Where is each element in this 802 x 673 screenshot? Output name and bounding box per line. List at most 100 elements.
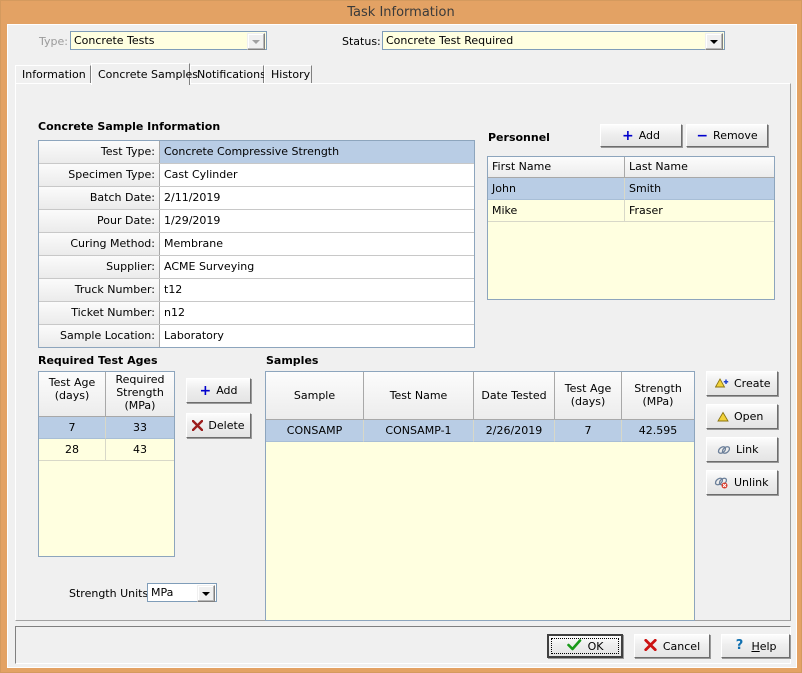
strength-units-label: Strength Units: xyxy=(69,587,152,600)
samples-unlink-button[interactable]: Unlink xyxy=(706,470,778,495)
test-ages-title: Required Test Ages xyxy=(38,354,158,367)
ok-button[interactable]: OK xyxy=(547,634,623,658)
test-ages-table[interactable]: Test Age (days) Required Strength (MPa) … xyxy=(38,371,175,557)
button-label: Remove xyxy=(713,129,758,142)
field-value[interactable]: 1/29/2019 xyxy=(160,210,474,232)
tab-label: History xyxy=(271,68,310,81)
cell-last-name: Smith xyxy=(625,178,774,200)
column-header-test-name[interactable]: Test Name xyxy=(364,372,474,420)
field-label: Specimen Type: xyxy=(39,164,160,186)
strength-units-value: MPa xyxy=(151,584,197,601)
field-value[interactable]: n12 xyxy=(160,302,474,324)
personnel-table[interactable]: First Name Last Name John Smith Mike Fra… xyxy=(487,156,775,300)
field-value[interactable]: 2/11/2019 xyxy=(160,187,474,209)
button-label: Create xyxy=(734,377,771,390)
field-row-test-type[interactable]: Test Type: Concrete Compressive Strength xyxy=(39,141,474,164)
tab-history[interactable]: History xyxy=(264,65,312,84)
field-row-ticket-number[interactable]: Ticket Number: n12 xyxy=(39,302,474,325)
strength-units-dropdown[interactable]: MPa xyxy=(147,583,217,602)
field-row-batch-date[interactable]: Batch Date: 2/11/2019 xyxy=(39,187,474,210)
field-row-specimen-type[interactable]: Specimen Type: Cast Cylinder xyxy=(39,164,474,187)
personnel-add-button[interactable]: + Add xyxy=(600,124,682,147)
chevron-down-icon[interactable] xyxy=(705,33,723,50)
window-title: Task Information xyxy=(347,5,454,20)
field-row-truck-number[interactable]: Truck Number: t12 xyxy=(39,279,474,302)
column-header-last-name[interactable]: Last Name xyxy=(625,157,774,178)
table-row[interactable]: Mike Fraser xyxy=(488,200,774,222)
test-ages-add-button[interactable]: + Add xyxy=(186,378,251,403)
plus-icon: + xyxy=(622,131,634,141)
dialog-footer: OK Cancel ? Help xyxy=(15,626,791,664)
column-header-date-tested[interactable]: Date Tested xyxy=(474,372,555,420)
button-label: Unlink xyxy=(734,476,768,489)
open-triangle-icon xyxy=(717,411,729,423)
status-dropdown[interactable]: Concrete Test Required xyxy=(382,31,725,50)
column-header-test-age[interactable]: Test Age (days) xyxy=(555,372,622,420)
help-button[interactable]: ? Help xyxy=(721,634,790,658)
field-value[interactable]: ACME Surveying xyxy=(160,256,474,278)
field-label: Batch Date: xyxy=(39,187,160,209)
type-dropdown[interactable]: Concrete Tests xyxy=(70,31,267,50)
tab-notifications[interactable]: Notifications xyxy=(190,65,264,84)
cancel-x-icon xyxy=(644,639,657,654)
personnel-title: Personnel xyxy=(488,131,550,144)
tab-information[interactable]: Information xyxy=(15,65,91,84)
button-label: Help xyxy=(751,640,776,653)
field-label: Test Type: xyxy=(39,141,160,163)
link-chain-icon xyxy=(717,444,731,456)
status-dropdown-value: Concrete Test Required xyxy=(386,32,705,49)
field-row-sample-location[interactable]: Sample Location: Laboratory xyxy=(39,325,474,347)
cell-strength: 42.595 xyxy=(622,420,694,442)
header-line: Strength xyxy=(106,386,174,399)
tab-label: Notifications xyxy=(197,68,266,81)
table-header-row: Sample Test Name Date Tested Test Age (d… xyxy=(266,372,694,420)
field-value[interactable]: Concrete Compressive Strength xyxy=(160,141,474,163)
focus-ring xyxy=(551,638,619,654)
type-dropdown-value: Concrete Tests xyxy=(74,32,247,49)
cell-first-name: John xyxy=(488,178,625,200)
button-label: Delete xyxy=(208,419,244,432)
field-row-curing-method[interactable]: Curing Method: Membrane xyxy=(39,233,474,256)
field-label: Truck Number: xyxy=(39,279,160,301)
table-row[interactable]: 7 33 xyxy=(39,417,174,439)
chevron-down-icon[interactable] xyxy=(247,33,265,50)
sample-info-grid: Test Type: Concrete Compressive Strength… xyxy=(38,140,475,348)
samples-open-button[interactable]: Open xyxy=(706,404,778,429)
samples-table[interactable]: Sample Test Name Date Tested Test Age (d… xyxy=(265,371,695,621)
field-value[interactable]: Laboratory xyxy=(160,325,474,347)
header-row: Type: Concrete Tests Status: Concrete Te… xyxy=(8,25,796,59)
samples-link-button[interactable]: Link xyxy=(706,437,778,462)
field-label: Sample Location: xyxy=(39,325,160,347)
test-ages-delete-button[interactable]: Delete xyxy=(186,413,251,438)
table-row[interactable]: CONSAMP CONSAMP-1 2/26/2019 7 42.595 xyxy=(266,420,694,442)
cell-test-name: CONSAMP-1 xyxy=(364,420,474,442)
column-header-first-name[interactable]: First Name xyxy=(488,157,625,178)
cell-date-tested: 2/26/2019 xyxy=(474,420,555,442)
field-value[interactable]: Membrane xyxy=(160,233,474,255)
column-header-test-age[interactable]: Test Age (days) xyxy=(39,372,106,417)
field-row-pour-date[interactable]: Pour Date: 1/29/2019 xyxy=(39,210,474,233)
help-label-rest: elp xyxy=(760,640,777,653)
column-header-sample[interactable]: Sample xyxy=(266,372,364,420)
header-line: (MPa) xyxy=(106,399,174,412)
samples-create-button[interactable]: Create xyxy=(706,371,778,396)
field-row-supplier[interactable]: Supplier: ACME Surveying xyxy=(39,256,474,279)
column-header-strength[interactable]: Strength (MPa) xyxy=(622,372,694,420)
field-value[interactable]: Cast Cylinder xyxy=(160,164,474,186)
minus-icon: − xyxy=(696,131,708,141)
table-row[interactable]: 28 43 xyxy=(39,439,174,461)
tab-concrete-samples[interactable]: Concrete Samples xyxy=(91,63,190,85)
cell-required-strength: 33 xyxy=(106,417,174,439)
samples-title: Samples xyxy=(266,354,318,367)
table-header-row: Test Age (days) Required Strength (MPa) xyxy=(39,372,174,417)
column-header-required-strength[interactable]: Required Strength (MPa) xyxy=(106,372,174,417)
cancel-button[interactable]: Cancel xyxy=(634,634,710,658)
personnel-remove-button[interactable]: − Remove xyxy=(686,124,768,147)
chevron-down-icon[interactable] xyxy=(197,585,215,602)
button-label: Add xyxy=(216,384,237,397)
cell-test-age: 28 xyxy=(39,439,106,461)
cell-test-age: 7 xyxy=(39,417,106,439)
field-value[interactable]: t12 xyxy=(160,279,474,301)
table-row[interactable]: John Smith xyxy=(488,178,774,200)
field-label: Ticket Number: xyxy=(39,302,160,324)
